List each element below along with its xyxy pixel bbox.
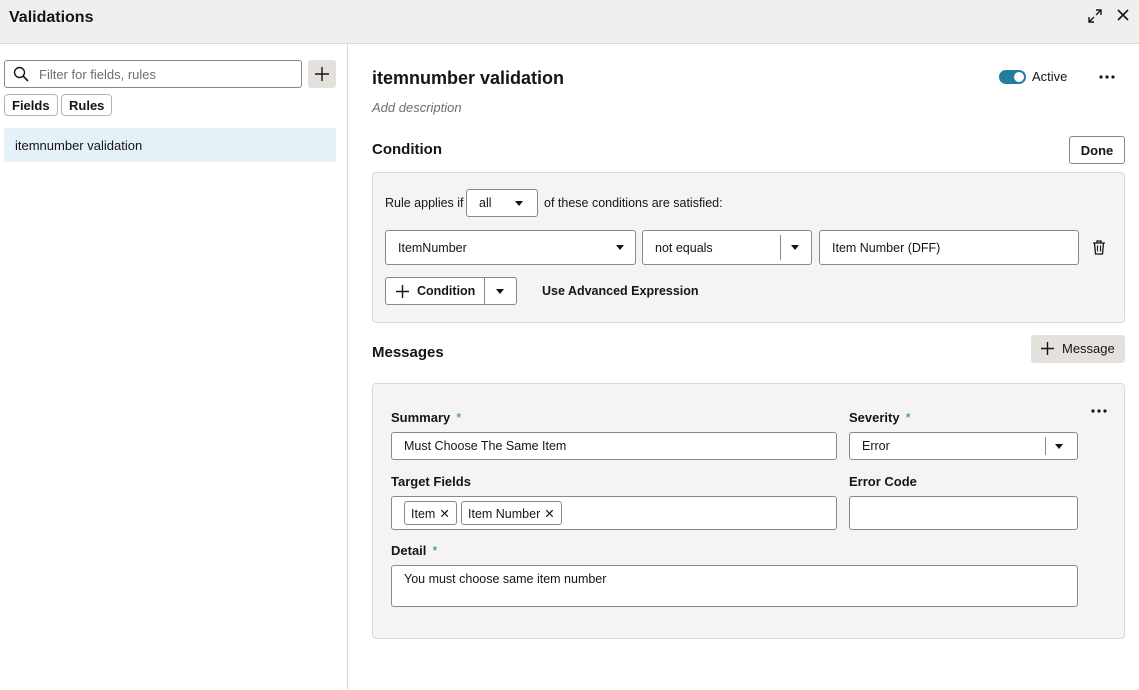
add-message-button[interactable]: Message: [1031, 335, 1125, 363]
more-icon[interactable]: [1098, 74, 1116, 80]
summary-label: Summary *: [391, 410, 461, 425]
condition-value: Item Number (DFF): [832, 240, 941, 255]
chevron-down-icon[interactable]: [791, 245, 799, 250]
rule-editor: itemnumber validation Add description Ac…: [349, 44, 1139, 690]
active-toggle[interactable]: [999, 70, 1026, 84]
divider: [1045, 437, 1046, 455]
required-mark: *: [456, 410, 462, 425]
severity-value: Error: [862, 439, 890, 453]
condition-value-input[interactable]: Item Number (DFF): [819, 230, 1079, 265]
add-condition-button[interactable]: Condition: [385, 277, 517, 305]
summary-input[interactable]: Must Choose The Same Item: [391, 432, 837, 460]
search-input[interactable]: [39, 65, 289, 83]
add-message-label: Message: [1062, 341, 1115, 356]
applies-suffix: of these conditions are satisfied:: [544, 196, 723, 210]
rule-title[interactable]: itemnumber validation: [372, 68, 564, 89]
severity-select[interactable]: Error: [849, 432, 1078, 460]
condition-heading: Condition: [372, 141, 442, 158]
description-field[interactable]: Add description: [372, 100, 462, 115]
tag-label: Item: [411, 507, 436, 521]
expand-icon[interactable]: [1087, 8, 1103, 24]
messages-heading: Messages: [372, 344, 444, 361]
condition-field-value: ItemNumber: [398, 240, 467, 255]
condition-operator-select[interactable]: not equals: [642, 230, 812, 265]
error-code-input[interactable]: [849, 496, 1078, 530]
severity-label-text: Severity: [849, 410, 900, 425]
condition-field-select[interactable]: ItemNumber: [385, 230, 636, 265]
window-title: Validations: [9, 9, 94, 26]
detail-value: You must choose same item number: [404, 572, 607, 586]
search-icon: [13, 66, 29, 82]
divider: [484, 278, 485, 304]
plus-icon: [1041, 342, 1054, 355]
add-condition-label: Condition: [417, 284, 476, 298]
detail-textarea[interactable]: You must choose same item number: [391, 565, 1078, 607]
detail-label-text: Detail: [391, 543, 427, 558]
target-field-tag: Item Number ✕: [461, 501, 562, 525]
title-bar: Validations: [0, 0, 1139, 44]
chevron-down-icon[interactable]: [1055, 444, 1063, 449]
target-fields-label: Target Fields: [391, 474, 471, 489]
error-code-label: Error Code: [849, 474, 917, 489]
condition-operator-value: not equals: [655, 240, 713, 255]
fields-filter-button[interactable]: Fields: [4, 94, 58, 116]
active-label: Active: [1032, 69, 1068, 84]
required-mark: *: [905, 410, 911, 425]
condition-panel: Rule applies if all of these conditions …: [372, 172, 1125, 323]
search-box[interactable]: [4, 60, 302, 88]
summary-value: Must Choose The Same Item: [404, 439, 567, 453]
add-rule-button[interactable]: [308, 60, 336, 88]
detail-label: Detail *: [391, 543, 437, 558]
trash-icon[interactable]: [1092, 240, 1106, 255]
target-fields-input[interactable]: Item ✕ Item Number ✕: [391, 496, 837, 530]
close-icon[interactable]: [1116, 8, 1130, 22]
summary-label-text: Summary: [391, 410, 451, 425]
chevron-down-icon: [616, 245, 624, 250]
plus-icon: [315, 67, 329, 81]
list-item[interactable]: itemnumber validation: [4, 128, 336, 162]
rules-filter-button[interactable]: Rules: [61, 94, 113, 116]
done-button[interactable]: Done: [1069, 136, 1125, 164]
plus-icon: [396, 285, 409, 298]
toggle-knob: [1014, 72, 1024, 82]
severity-label: Severity *: [849, 410, 911, 425]
required-mark: *: [432, 543, 438, 558]
sidebar: Fields Rules itemnumber validation: [0, 44, 348, 690]
tag-label: Item Number: [468, 507, 541, 521]
chevron-down-icon[interactable]: [496, 289, 504, 294]
remove-tag-icon[interactable]: ✕: [544, 507, 554, 521]
applies-prefix: Rule applies if: [385, 196, 464, 210]
divider: [780, 235, 781, 260]
message-panel: Summary * Must Choose The Same Item Sever…: [372, 383, 1125, 639]
remove-tag-icon[interactable]: ✕: [439, 507, 449, 521]
applies-select[interactable]: all: [466, 189, 538, 217]
target-field-tag: Item ✕: [404, 501, 457, 525]
applies-value: all: [479, 196, 492, 210]
chevron-down-icon: [515, 201, 523, 206]
more-icon[interactable]: [1090, 408, 1108, 414]
advanced-expression-link[interactable]: Use Advanced Expression: [542, 284, 699, 298]
